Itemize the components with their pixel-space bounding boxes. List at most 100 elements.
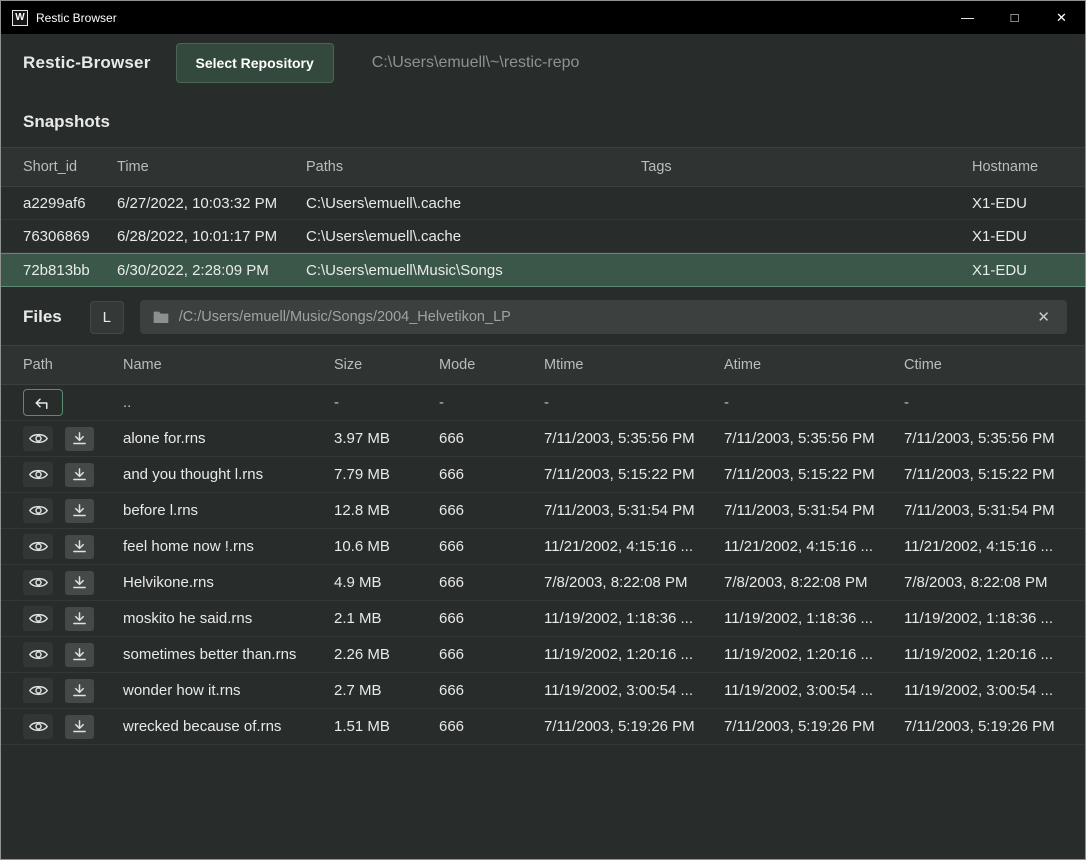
download-file-button[interactable] — [65, 427, 94, 451]
file-mode: 666 — [439, 718, 544, 735]
file-row[interactable]: wonder how it.rns 2.7 MB 666 11/19/2002,… — [1, 673, 1085, 709]
file-row-actions — [23, 714, 123, 739]
file-size: 10.6 MB — [334, 538, 439, 555]
snapshots-column-paths: Paths — [306, 159, 641, 175]
file-row[interactable]: moskito he said.rns 2.1 MB 666 11/19/200… — [1, 601, 1085, 637]
download-icon — [72, 467, 87, 482]
download-file-button[interactable] — [65, 571, 94, 595]
file-size: 1.51 MB — [334, 718, 439, 735]
download-file-button[interactable] — [65, 715, 94, 739]
file-row[interactable]: alone for.rns 3.97 MB 666 7/11/2003, 5:3… — [1, 421, 1085, 457]
app-name: Restic-Browser — [23, 53, 151, 73]
snapshot-row[interactable]: 763068696/28/2022, 10:01:17 PMC:\Users\e… — [1, 220, 1085, 253]
download-file-button[interactable] — [65, 463, 94, 487]
file-ctime: 7/11/2003, 5:15:22 PM — [904, 466, 1063, 483]
preview-file-button[interactable] — [23, 714, 53, 739]
file-atime: 11/19/2002, 3:00:54 ... — [724, 682, 904, 699]
clear-path-button[interactable]: ✕ — [1033, 308, 1054, 327]
file-size: 12.8 MB — [334, 502, 439, 519]
parent-directory-row[interactable]: .. - - - - - — [1, 385, 1085, 421]
close-button[interactable]: ✕ — [1038, 1, 1085, 34]
snapshot-row[interactable]: 72b813bb6/30/2022, 2:28:09 PMC:\Users\em… — [1, 253, 1085, 287]
file-row[interactable]: feel home now !.rns 10.6 MB 666 11/21/20… — [1, 529, 1085, 565]
go-up-button[interactable] — [23, 389, 63, 416]
select-repository-button[interactable]: Select Repository — [176, 43, 334, 83]
file-mode: 666 — [439, 502, 544, 519]
file-atime: 11/19/2002, 1:20:16 ... — [724, 646, 904, 663]
preview-file-button[interactable] — [23, 426, 53, 451]
file-mtime: 7/11/2003, 5:31:54 PM — [544, 502, 724, 519]
file-name: moskito he said.rns — [123, 610, 334, 627]
snapshot-hostname: X1-EDU — [972, 195, 1063, 212]
snapshot-time: 6/27/2022, 10:03:32 PM — [117, 195, 306, 212]
files-root-button[interactable]: L — [90, 301, 124, 334]
file-mode: 666 — [439, 466, 544, 483]
file-name: sometimes better than.rns — [123, 646, 334, 663]
eye-icon — [29, 719, 48, 734]
preview-file-button[interactable] — [23, 462, 53, 487]
file-atime: 7/11/2003, 5:15:22 PM — [724, 466, 904, 483]
snapshots-column-short-id: Short_id — [23, 159, 117, 175]
files-column-mode: Mode — [439, 357, 544, 373]
titlebar[interactable]: W Restic Browser — □ ✕ — [1, 1, 1085, 34]
file-mtime: 11/21/2002, 4:15:16 ... — [544, 538, 724, 555]
download-icon — [72, 611, 87, 626]
snapshot-short-id: 76306869 — [23, 228, 117, 245]
file-name: before l.rns — [123, 502, 334, 519]
preview-file-button[interactable] — [23, 678, 53, 703]
file-row-actions — [23, 498, 123, 523]
minimize-icon: — — [961, 10, 974, 25]
download-file-button[interactable] — [65, 679, 94, 703]
preview-file-button[interactable] — [23, 570, 53, 595]
preview-file-button[interactable] — [23, 498, 53, 523]
eye-icon — [29, 575, 48, 590]
preview-file-button[interactable] — [23, 642, 53, 667]
files-path-input[interactable]: /C:/Users/emuell/Music/Songs/2004_Helvet… — [140, 300, 1067, 334]
file-row[interactable]: and you thought l.rns 7.79 MB 666 7/11/2… — [1, 457, 1085, 493]
files-column-mtime: Mtime — [544, 357, 724, 373]
files-column-path: Path — [23, 357, 123, 373]
file-mode: 666 — [439, 538, 544, 555]
download-file-button[interactable] — [65, 499, 94, 523]
maximize-icon: □ — [1011, 10, 1019, 25]
titlebar-left: W Restic Browser — [1, 10, 117, 26]
download-file-button[interactable] — [65, 607, 94, 631]
file-mtime: 11/19/2002, 1:18:36 ... — [544, 610, 724, 627]
snapshot-row[interactable]: a2299af66/27/2022, 10:03:32 PMC:\Users\e… — [1, 187, 1085, 220]
file-ctime: 7/11/2003, 5:35:56 PM — [904, 430, 1063, 447]
file-size: 2.7 MB — [334, 682, 439, 699]
file-row[interactable]: Helvikone.rns 4.9 MB 666 7/8/2003, 8:22:… — [1, 565, 1085, 601]
file-mtime: - — [544, 394, 724, 411]
eye-icon — [29, 467, 48, 482]
file-row[interactable]: wrecked because of.rns 1.51 MB 666 7/11/… — [1, 709, 1085, 745]
preview-file-button[interactable] — [23, 606, 53, 631]
file-ctime: 7/11/2003, 5:31:54 PM — [904, 502, 1063, 519]
snapshots-column-time: Time — [117, 159, 306, 175]
file-atime: 7/8/2003, 8:22:08 PM — [724, 574, 904, 591]
maximize-button[interactable]: □ — [991, 1, 1038, 34]
app-window: W Restic Browser — □ ✕ Restic-Browser Se… — [0, 0, 1086, 860]
file-ctime: - — [904, 394, 1063, 411]
clear-path-icon: ✕ — [1037, 309, 1050, 326]
minimize-button[interactable]: — — [944, 1, 991, 34]
download-icon — [72, 431, 87, 446]
file-mtime: 7/8/2003, 8:22:08 PM — [544, 574, 724, 591]
download-file-button[interactable] — [65, 643, 94, 667]
files-column-name: Name — [123, 357, 334, 373]
file-row[interactable]: sometimes better than.rns 2.26 MB 666 11… — [1, 637, 1085, 673]
file-mode: 666 — [439, 682, 544, 699]
file-size: 2.26 MB — [334, 646, 439, 663]
file-row[interactable]: before l.rns 12.8 MB 666 7/11/2003, 5:31… — [1, 493, 1085, 529]
snapshots-body: a2299af66/27/2022, 10:03:32 PM C:\Users\e… — [1, 187, 1085, 287]
file-row-actions — [23, 534, 123, 559]
download-file-button[interactable] — [65, 535, 94, 559]
snapshot-hostname: X1-EDU — [972, 262, 1063, 279]
file-atime: 7/11/2003, 5:35:56 PM — [724, 430, 904, 447]
file-ctime: 7/8/2003, 8:22:08 PM — [904, 574, 1063, 591]
download-icon — [72, 539, 87, 554]
snapshot-short-id: a2299af6 — [23, 195, 117, 212]
eye-icon — [29, 683, 48, 698]
preview-file-button[interactable] — [23, 534, 53, 559]
snapshot-paths: C:\Users\emuell\Music\Songs — [306, 262, 641, 279]
repository-path: C:\Users\emuell\~\restic-repo — [372, 54, 580, 72]
